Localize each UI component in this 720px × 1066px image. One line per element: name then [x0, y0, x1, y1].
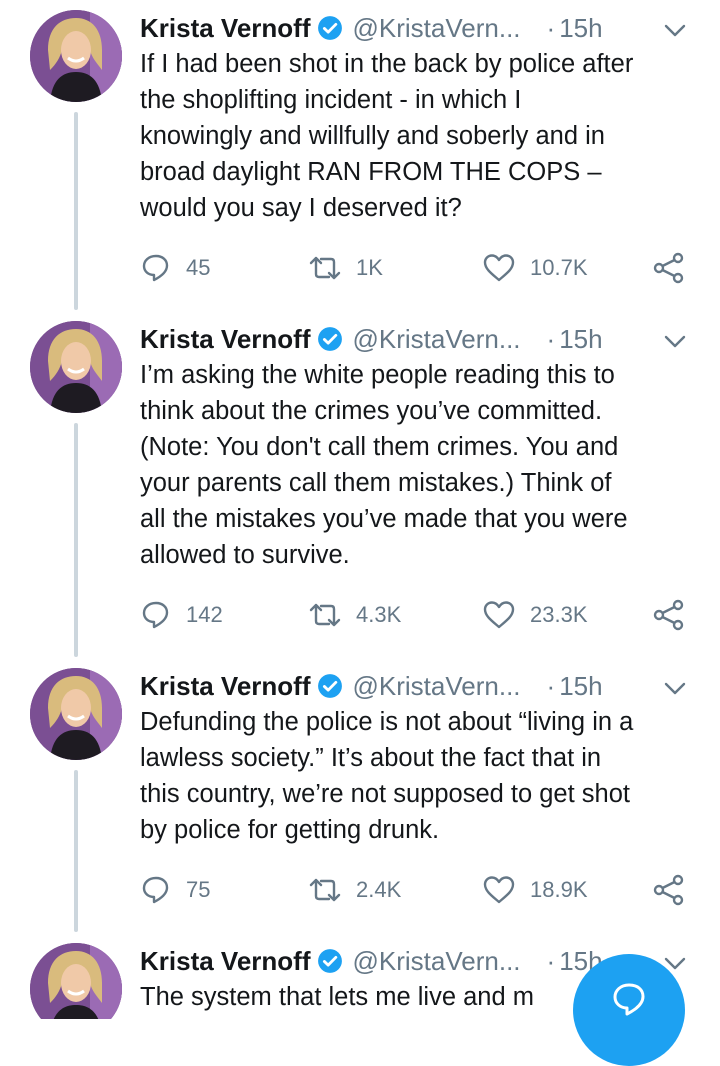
reply-icon [142, 876, 169, 904]
separator-dot: · [546, 945, 556, 976]
like-count: 23.3K [530, 602, 588, 627]
verified-badge-icon [317, 949, 342, 973]
compose-button[interactable] [573, 954, 685, 1066]
tweet-text: If I had been shot in the back by police… [140, 50, 634, 222]
avatar-column [30, 321, 122, 413]
retweet-button[interactable]: 1K [308, 248, 383, 288]
heart-icon [483, 876, 515, 904]
compose-icon [613, 983, 645, 1016]
like-count: 18.9K [530, 877, 588, 902]
share-button[interactable] [652, 595, 686, 635]
avatar[interactable] [30, 943, 122, 1019]
avatar[interactable] [30, 10, 122, 102]
avatar-column [30, 668, 122, 760]
tweet-timestamp[interactable]: 15h [559, 324, 602, 355]
tweet-header: Krista Vernoff @KristaVern... · 15h [140, 666, 700, 706]
tweet[interactable]: Krista Vernoff @KristaVern... · 15h I’m … [0, 311, 720, 658]
tweet-content: Krista Vernoff @KristaVern... · 15h If I… [140, 8, 700, 288]
tweet[interactable]: Krista Vernoff @KristaVern... · 15h If I… [0, 0, 720, 311]
thread-line [74, 112, 78, 310]
like-button[interactable]: 10.7K [482, 248, 588, 288]
retweet-count: 1K [356, 255, 383, 280]
tweet-timestamp[interactable]: 15h [559, 671, 602, 702]
retweet-button[interactable]: 4.3K [308, 595, 401, 635]
heart-icon [483, 254, 515, 282]
chevron-down-icon[interactable] [664, 335, 686, 349]
avatar[interactable] [30, 321, 122, 413]
retweet-icon [309, 603, 341, 627]
verified-badge-icon [317, 327, 342, 351]
tweet-actions: 75 2.4K 18.9K [140, 870, 700, 910]
author-handle[interactable]: @KristaVern... [353, 13, 521, 44]
chevron-down-icon[interactable] [664, 24, 686, 38]
tweet-content: Krista Vernoff @KristaVern... · 15h I’m … [140, 319, 700, 635]
retweet-count: 2.4K [356, 877, 402, 902]
author-handle[interactable]: @KristaVern... [353, 946, 521, 977]
tweet-actions: 45 1K 10.7K [140, 248, 700, 288]
reply-count: 142 [186, 602, 223, 627]
tweet-header: Krista Vernoff @KristaVern... · 15h [140, 319, 700, 359]
share-button[interactable] [652, 248, 686, 288]
avatar-column [30, 943, 122, 1019]
author-name[interactable]: Krista Vernoff [140, 946, 311, 977]
tweet-actions: 142 4.3K 23.3K [140, 595, 700, 635]
thread-line [74, 770, 78, 932]
tweet-content: Krista Vernoff @KristaVern... · 15h Defu… [140, 666, 700, 910]
author-name[interactable]: Krista Vernoff [140, 671, 311, 702]
retweet-button[interactable]: 2.4K [308, 870, 401, 910]
retweet-count: 4.3K [356, 602, 402, 627]
verified-badge-icon [317, 674, 342, 698]
retweet-icon [309, 878, 341, 902]
author-handle[interactable]: @KristaVern... [353, 671, 521, 702]
reply-icon [142, 601, 169, 629]
like-button[interactable]: 23.3K [482, 595, 588, 635]
separator-dot: · [546, 670, 556, 701]
share-icon [653, 252, 684, 284]
retweet-icon [309, 256, 341, 280]
like-button[interactable]: 18.9K [482, 870, 588, 910]
avatar-column [30, 10, 122, 102]
author-name[interactable]: Krista Vernoff [140, 13, 311, 44]
share-icon [653, 599, 684, 631]
author-handle[interactable]: @KristaVern... [353, 324, 521, 355]
reply-count: 45 [186, 255, 211, 280]
reply-button[interactable]: 75 [140, 870, 210, 910]
reply-button[interactable]: 142 [140, 595, 223, 635]
thread-line [74, 423, 78, 657]
tweet-thread: Krista Vernoff @KristaVern... · 15h If I… [0, 0, 720, 1066]
reply-button[interactable]: 45 [140, 248, 210, 288]
chevron-down-icon[interactable] [664, 682, 686, 696]
verified-badge-icon [317, 16, 342, 40]
reply-icon [142, 254, 169, 282]
share-icon [653, 874, 684, 906]
heart-icon [483, 601, 515, 629]
tweet-header: Krista Vernoff @KristaVern... · 15h [140, 8, 700, 48]
share-button[interactable] [652, 870, 686, 910]
avatar[interactable] [30, 668, 122, 760]
separator-dot: · [546, 12, 556, 43]
tweet[interactable]: Krista Vernoff @KristaVern... · 15h Defu… [0, 658, 720, 933]
tweet-timestamp[interactable]: 15h [559, 13, 602, 44]
reply-count: 75 [186, 877, 211, 902]
like-count: 10.7K [530, 255, 588, 280]
tweet-text: I’m asking the white people reading this… [140, 361, 628, 569]
tweet-text: Defunding the police is not about “livin… [140, 708, 634, 844]
author-name[interactable]: Krista Vernoff [140, 324, 311, 355]
separator-dot: · [546, 323, 556, 354]
